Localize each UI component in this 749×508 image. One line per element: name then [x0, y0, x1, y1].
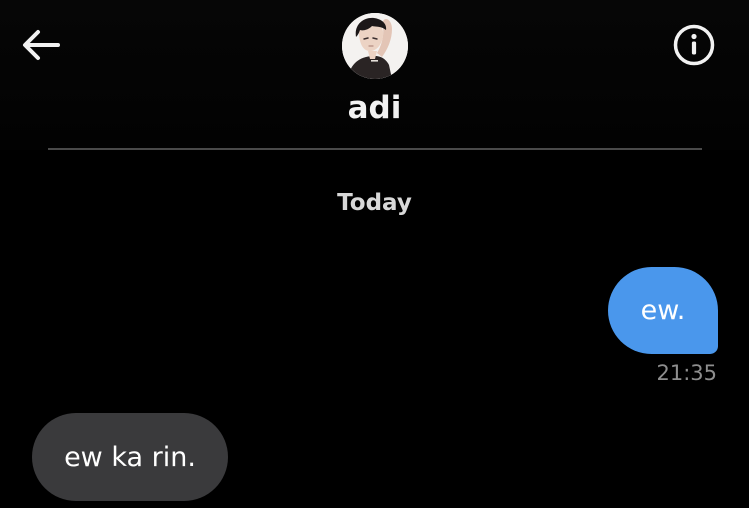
received-message-bubble[interactable]: ew ka rin. — [32, 413, 228, 501]
date-separator: Today — [337, 190, 412, 216]
arrow-left-icon — [23, 30, 60, 60]
back-button[interactable] — [20, 27, 64, 63]
chat-screen: adi Today ew. 21:35 ew ka rin. — [0, 0, 749, 508]
info-button[interactable] — [671, 22, 717, 68]
message-text: ew ka rin. — [64, 441, 196, 473]
avatar-image — [342, 13, 408, 79]
info-circle-icon — [673, 24, 715, 66]
sent-message-bubble[interactable]: ew. — [608, 267, 718, 354]
header-divider — [48, 148, 702, 150]
contact-name[interactable]: adi — [0, 88, 749, 128]
message-timestamp: 21:35 — [656, 361, 717, 385]
avatar[interactable] — [342, 13, 408, 79]
message-text: ew. — [640, 295, 686, 326]
chat-header: adi — [0, 0, 749, 150]
